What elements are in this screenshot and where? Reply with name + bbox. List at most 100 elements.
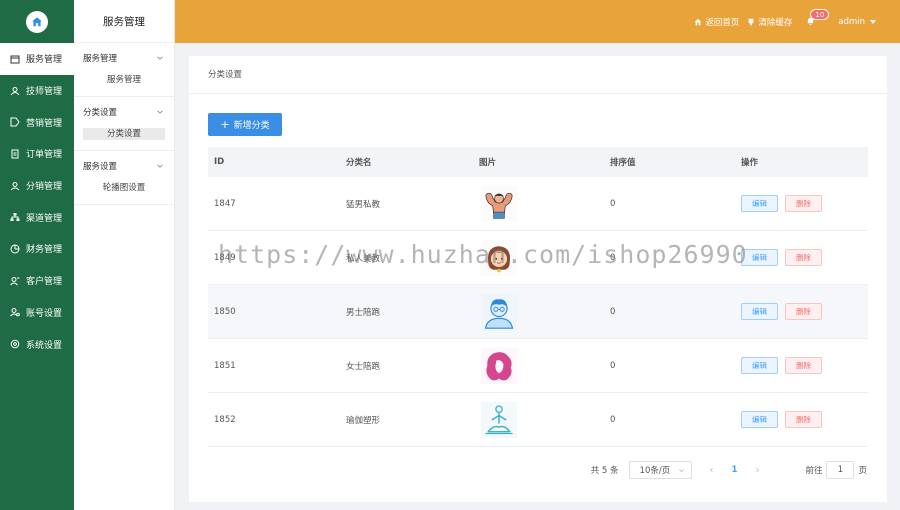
subgroup-header[interactable]: 服务管理	[74, 51, 174, 65]
prev-page-button[interactable]: ‹	[710, 465, 714, 476]
customer-icon	[10, 276, 20, 286]
nav-item-finance[interactable]: 财务管理	[0, 233, 74, 265]
home-link-label: 返回首页	[705, 17, 740, 28]
nav-item-account[interactable]: 账号设置	[0, 297, 74, 329]
nav-item-label: 技师管理	[26, 87, 63, 98]
goto-label: 前往	[805, 466, 823, 476]
edit-button[interactable]: 编辑	[741, 303, 778, 320]
subgroup-settings: 服务设置 轮播图设置	[74, 151, 174, 205]
nav-item-label: 客户管理	[26, 277, 63, 288]
chevron-down-icon	[157, 164, 163, 168]
yoga-icon	[479, 400, 519, 440]
edit-button[interactable]: 编辑	[741, 195, 778, 212]
delete-button[interactable]: 删除	[785, 303, 822, 320]
delete-button[interactable]: 删除	[785, 195, 822, 212]
next-page-button[interactable]: ›	[755, 465, 759, 476]
cell-image	[473, 346, 604, 386]
tag-icon	[10, 117, 20, 127]
col-sort: 排序值	[610, 158, 636, 168]
delete-button[interactable]: 删除	[785, 411, 822, 428]
home-logo-icon[interactable]	[26, 10, 48, 33]
nav-item-technician[interactable]: 技师管理	[0, 75, 74, 107]
nav-item-system[interactable]: 系统设置	[0, 328, 74, 360]
cell-actions: 编辑 删除	[735, 357, 868, 374]
main-sidebar: 服务管理 技师管理 营销管理 订单管理 分销管理 渠道管理 财务管理 客户管理	[0, 0, 74, 510]
delete-button[interactable]: 删除	[785, 357, 822, 374]
goto-page-input[interactable]: 1	[826, 461, 855, 479]
sitemap-icon	[10, 212, 20, 222]
document-icon	[10, 149, 20, 159]
subnav-title: 服务管理	[74, 0, 174, 43]
cell-id: 1847	[214, 198, 236, 209]
cell-name: 男士陪跑	[346, 307, 381, 318]
col-actions: 操作	[741, 158, 759, 168]
plus-icon: +	[220, 118, 230, 131]
nav-item-distribution[interactable]: 分销管理	[0, 170, 74, 202]
cell-sort: 0	[610, 360, 616, 371]
table-header: ID 分类名 图片 排序值 操作	[208, 147, 868, 177]
page-size-select[interactable]: 10条/页	[628, 461, 692, 479]
breadcrumb: 分类设置	[189, 56, 887, 94]
subgroup-label: 服务管理	[83, 54, 118, 64]
col-image: 图片	[479, 158, 497, 168]
table-row: 1849 私人美教 0 编辑 删除	[208, 231, 868, 285]
clear-cache-link[interactable]: 清除缓存	[747, 16, 792, 28]
subitem-banner[interactable]: 轮播图设置	[83, 182, 165, 194]
nav-list: 服务管理 技师管理 营销管理 订单管理 分销管理 渠道管理 财务管理 客户管理	[0, 43, 74, 360]
edit-button[interactable]: 编辑	[741, 411, 778, 428]
page-size-value: 10条/页	[639, 466, 671, 476]
nav-item-orders[interactable]: 订单管理	[0, 138, 74, 170]
sub-sidebar: 服务管理 服务管理 服务管理 分类设置 分类设置 服务设置 轮播图设置	[74, 0, 175, 510]
col-name: 分类名	[346, 158, 372, 168]
edit-button[interactable]: 编辑	[741, 249, 778, 266]
nav-item-customer[interactable]: 客户管理	[0, 265, 74, 297]
cell-actions: 编辑 删除	[735, 195, 868, 212]
users-icon	[10, 181, 20, 191]
table-row: 1850 男士陪跑 0 编辑 删除	[208, 285, 868, 339]
cell-id: 1851	[214, 360, 236, 371]
cell-actions: 编辑 删除	[735, 303, 868, 320]
cell-id: 1850	[214, 306, 236, 317]
edit-button[interactable]: 编辑	[741, 357, 778, 374]
notification-badge: 10	[810, 8, 830, 20]
current-page[interactable]: 1	[732, 465, 738, 475]
user-icon	[10, 86, 20, 96]
cell-name: 女士陪跑	[346, 361, 381, 372]
cell-sort: 0	[610, 306, 616, 317]
nav-item-marketing[interactable]: 营销管理	[0, 106, 74, 138]
subitem-category[interactable]: 分类设置	[83, 128, 165, 140]
account-icon	[10, 307, 20, 317]
subgroup-label: 分类设置	[83, 108, 118, 118]
table-row: 1847 猛男私教 0 编辑 删除	[208, 177, 868, 231]
calendar-icon	[10, 54, 20, 64]
nav-item-service[interactable]: 服务管理	[0, 43, 74, 75]
cell-sort: 0	[610, 252, 616, 263]
cell-sort: 0	[610, 198, 616, 209]
notification-bell[interactable]: 10	[806, 8, 830, 28]
cell-id: 1852	[214, 414, 236, 425]
man-avatar-icon	[479, 292, 519, 332]
nav-item-label: 账号设置	[26, 308, 63, 319]
cell-sort: 0	[610, 414, 616, 425]
user-menu[interactable]: admin	[838, 17, 876, 27]
nav-item-channel[interactable]: 渠道管理	[0, 201, 74, 233]
add-category-button[interactable]: + 新增分类	[208, 113, 282, 136]
table-row: 1852 瑜伽塑形 0 编辑 删除	[208, 393, 868, 447]
subgroup-label: 服务设置	[83, 162, 118, 172]
home-link[interactable]: 返回首页	[694, 16, 739, 28]
subgroup-header[interactable]: 分类设置	[74, 105, 174, 119]
pagination: 共 5 条 10条/页 ‹ 1 › 前往 1 页	[591, 461, 867, 479]
nav-item-label: 系统设置	[26, 340, 63, 351]
nav-item-label: 渠道管理	[26, 213, 63, 224]
delete-button[interactable]: 删除	[785, 249, 822, 266]
nav-item-label: 服务管理	[26, 55, 63, 66]
cell-image	[473, 184, 604, 224]
cell-image	[473, 400, 604, 440]
add-category-label: 新增分类	[233, 121, 270, 131]
logo-area	[0, 0, 74, 43]
nav-item-label: 财务管理	[26, 245, 63, 256]
subitem-service[interactable]: 服务管理	[83, 74, 165, 86]
cell-id: 1849	[214, 252, 236, 263]
subgroup-header[interactable]: 服务设置	[74, 159, 174, 173]
nav-item-label: 营销管理	[26, 118, 63, 129]
